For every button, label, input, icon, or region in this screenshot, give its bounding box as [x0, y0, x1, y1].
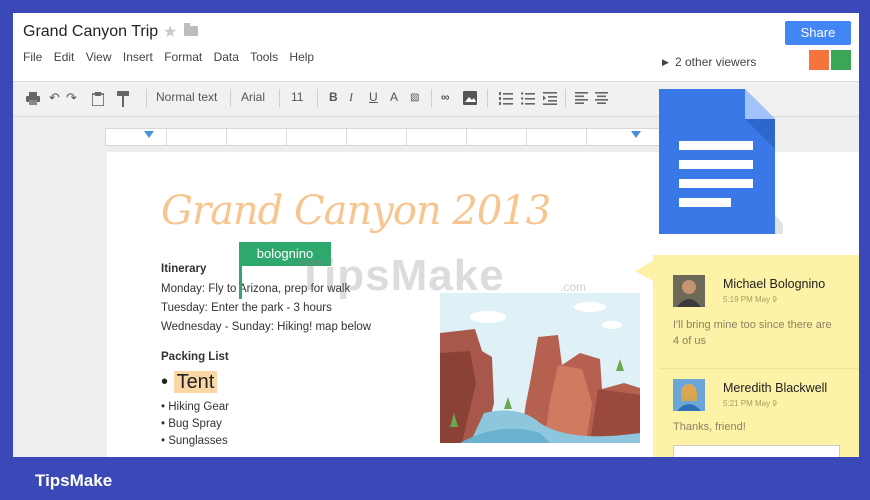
document-title[interactable]: Grand Canyon Trip [23, 23, 158, 41]
underline-button[interactable]: U [369, 90, 378, 104]
share-button[interactable]: Share [785, 21, 851, 45]
toolbar-divider [279, 89, 280, 107]
collaborator-cursor [239, 266, 242, 299]
comment-timestamp: 5:19 PM May 9 [723, 295, 777, 304]
undo-icon[interactable]: ↶ [49, 90, 60, 106]
right-indent-marker[interactable] [631, 131, 641, 138]
left-indent-marker[interactable] [144, 131, 154, 138]
menu-tools[interactable]: Tools [250, 50, 278, 64]
font-size-select[interactable]: 11 [291, 90, 303, 104]
comments-panel: Michael Bolognino 5:19 PM May 9 I'll bri… [653, 255, 859, 457]
other-viewers[interactable]: 2 other viewers [675, 55, 756, 69]
comment-text: I'll bring mine too since there are 4 of… [673, 319, 832, 347]
bold-button[interactable]: B [329, 90, 338, 104]
itinerary-line[interactable]: Wednesday - Sunday: Hiking! map below [161, 321, 371, 333]
document-heading[interactable]: Grand Canyon 2013 [161, 188, 551, 234]
numbered-list-icon[interactable] [499, 92, 513, 105]
tent-label: Tent [173, 371, 218, 393]
caret-right-icon[interactable]: ▶ [662, 57, 669, 68]
title-bar: Grand Canyon Trip ★ File Edit View Inser… [13, 13, 859, 81]
menu-data[interactable]: Data [214, 50, 239, 64]
comment-text: Thanks, friend! [673, 421, 746, 433]
italic-button[interactable]: I [349, 90, 353, 105]
link-icon[interactable]: ∞ [441, 90, 450, 104]
packing-list-heading[interactable]: Packing List [161, 351, 229, 363]
print-icon[interactable] [26, 92, 40, 105]
toolbar-divider [431, 89, 432, 107]
brand-label: TipsMake [35, 471, 113, 490]
menu-format[interactable]: Format [164, 50, 202, 64]
google-docs-icon [659, 89, 783, 234]
menu-help[interactable]: Help [289, 50, 314, 64]
itinerary-heading[interactable]: Itinerary [161, 263, 206, 275]
editor-window: Grand Canyon Trip ★ File Edit View Inser… [13, 13, 859, 457]
comment-author[interactable]: Michael Bolognino [723, 277, 825, 291]
toolbar-divider [487, 89, 488, 107]
bulleted-list-icon[interactable] [521, 92, 535, 105]
align-center-icon[interactable] [595, 92, 608, 104]
highlight-icon[interactable]: ▨ [410, 92, 419, 103]
itinerary-line[interactable]: Tuesday: Enter the park - 3 hours [161, 302, 332, 314]
menu-file[interactable]: File [23, 50, 42, 64]
viewer-avatar[interactable] [809, 50, 829, 70]
paragraph-style-select[interactable]: Normal text [156, 90, 217, 104]
folder-icon[interactable] [184, 23, 198, 36]
star-icon[interactable]: ★ [163, 22, 177, 42]
comment-divider [659, 368, 859, 369]
clipboard-icon[interactable] [92, 92, 104, 106]
reply-input[interactable] [673, 445, 840, 457]
menu-bar: File Edit View Insert Format Data Tools … [23, 50, 322, 64]
toolbar-divider [146, 89, 147, 107]
text-color-button[interactable]: A [390, 90, 398, 104]
packing-item-highlighted[interactable]: • Tent [161, 371, 218, 394]
menu-view[interactable]: View [86, 50, 112, 64]
grand-canyon-illustration[interactable] [440, 293, 640, 443]
comment-pointer [635, 261, 653, 281]
ruler[interactable] [105, 128, 667, 146]
packing-item[interactable]: • Hiking Gear [161, 401, 229, 413]
paint-format-icon[interactable] [117, 91, 129, 107]
avatar[interactable] [673, 275, 705, 307]
redo-icon[interactable]: ↷ [66, 90, 77, 106]
packing-item[interactable]: • Sunglasses [161, 435, 228, 447]
avatar[interactable] [673, 379, 705, 411]
menu-edit[interactable]: Edit [54, 50, 75, 64]
watermark: TipsMake [297, 251, 505, 300]
toolbar-divider [317, 89, 318, 107]
viewer-avatar[interactable] [831, 50, 851, 70]
toolbar-divider [230, 89, 231, 107]
comment-timestamp: 5:21 PM May 9 [723, 399, 777, 408]
indent-icon[interactable] [543, 92, 557, 105]
font-select[interactable]: Arial [241, 90, 265, 104]
align-left-icon[interactable] [575, 92, 588, 104]
menu-insert[interactable]: Insert [123, 50, 153, 64]
comment-author[interactable]: Meredith Blackwell [723, 381, 827, 395]
insert-image-icon[interactable] [463, 91, 477, 105]
packing-item[interactable]: • Bug Spray [161, 418, 222, 430]
toolbar-divider [565, 89, 566, 107]
watermark-suffix: .com [560, 280, 587, 294]
